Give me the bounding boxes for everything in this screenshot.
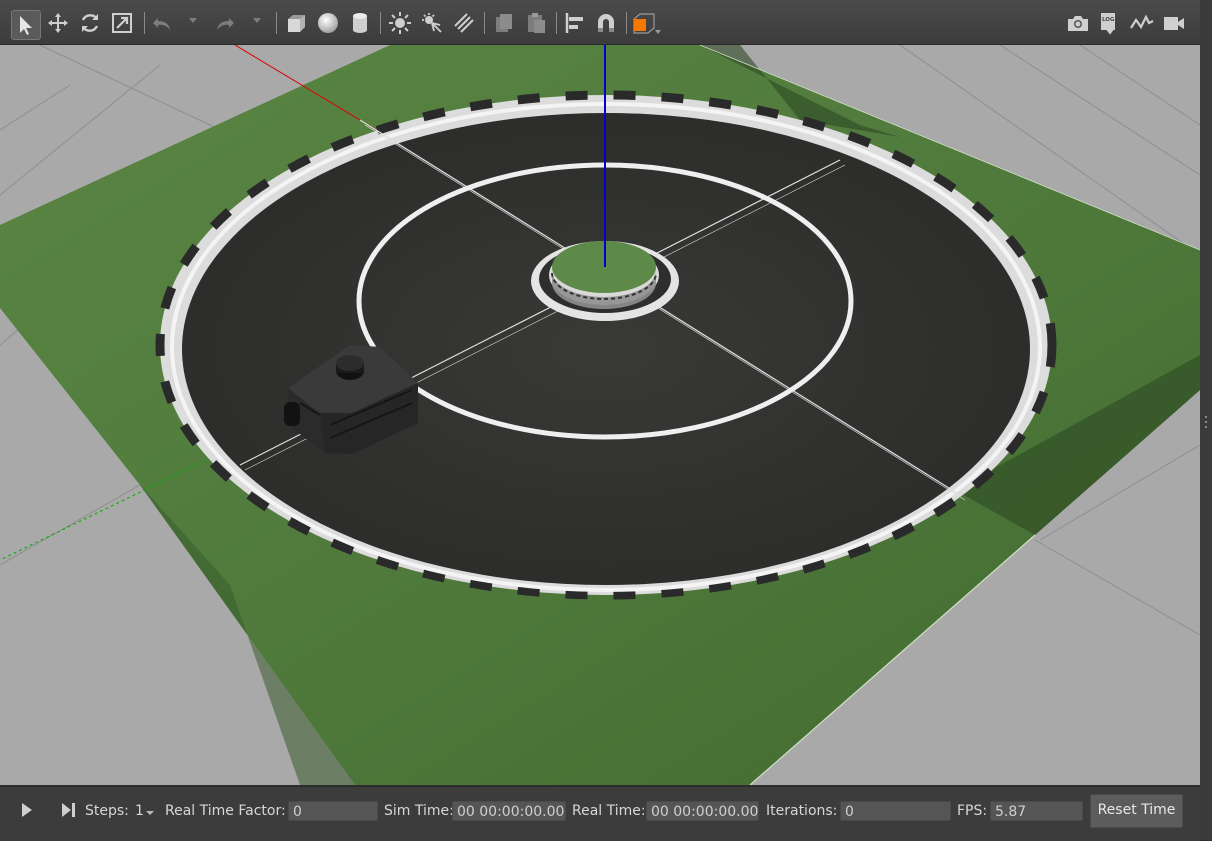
iterations-field: 0: [840, 801, 951, 821]
scale-icon: [112, 13, 132, 33]
steps-dropdown-icon[interactable]: [146, 811, 154, 815]
play-button[interactable]: [22, 803, 32, 817]
box-shape-button[interactable]: [284, 11, 308, 35]
reset-time-button[interactable]: Reset Time: [1090, 794, 1183, 828]
step-icon: [62, 803, 75, 817]
view-cube-icon: [633, 13, 655, 34]
cylinder-shape-button[interactable]: [348, 11, 372, 35]
fps-field: 5.87: [990, 801, 1083, 821]
real-time-factor-label: Real Time Factor:: [165, 803, 286, 819]
sim-time-field: 00 00:00:00.000: [452, 801, 566, 821]
real-time-field: 00 00:00:00.000: [646, 801, 759, 821]
log-button[interactable]: LOG: [1098, 11, 1122, 35]
record-video-button[interactable]: [1162, 11, 1186, 35]
magnet-icon: [598, 14, 614, 32]
real-time-label: Real Time:: [572, 803, 646, 819]
iterations-label: Iterations:: [766, 803, 838, 819]
select-mode-button[interactable]: [11, 10, 41, 40]
align-icon: [565, 13, 583, 33]
steps-value[interactable]: 1: [135, 803, 144, 819]
point-light-icon: [389, 12, 411, 34]
copy-icon: [496, 14, 512, 32]
fps-label: FPS:: [957, 803, 988, 819]
rotate-icon: [81, 14, 99, 32]
undo-icon: [153, 18, 170, 30]
paste-button[interactable]: [524, 11, 548, 35]
screenshot-button[interactable]: [1066, 11, 1090, 35]
log-icon-text: LOG: [1102, 17, 1115, 23]
cylinder-icon: [353, 13, 367, 33]
sphere-icon: [318, 13, 338, 33]
step-button[interactable]: [60, 802, 76, 818]
video-icon: [1164, 17, 1184, 30]
plot-icon: [1130, 14, 1154, 30]
side-panel-splitter[interactable]: [1200, 0, 1212, 840]
directional-light-button[interactable]: [452, 11, 476, 35]
copy-button[interactable]: [492, 11, 516, 35]
translate-mode-button[interactable]: [46, 11, 70, 35]
align-button[interactable]: [563, 11, 587, 35]
plot-button[interactable]: [1130, 11, 1154, 35]
camera-icon: [1068, 16, 1088, 31]
move-arrows-icon: [48, 13, 68, 33]
rotate-mode-button[interactable]: [78, 11, 102, 35]
view-angle-button[interactable]: [632, 11, 656, 35]
real-time-factor-field: 0: [288, 801, 378, 821]
box-icon: [288, 15, 305, 32]
redo-button[interactable]: [213, 11, 237, 35]
scene-render: [0, 45, 1200, 785]
redo-icon: [217, 18, 234, 30]
time-panel: Steps: 1 Real Time Factor: 0 Sim Time: 0…: [0, 786, 1200, 841]
scale-mode-button[interactable]: [110, 11, 134, 35]
spot-light-button[interactable]: [420, 11, 444, 35]
undo-button[interactable]: [150, 11, 174, 35]
spot-light-icon: [422, 13, 442, 33]
sphere-shape-button[interactable]: [316, 11, 340, 35]
log-icon: LOG: [1101, 13, 1115, 35]
scene-viewport[interactable]: [0, 45, 1200, 785]
paste-icon: [528, 13, 545, 33]
select-arrow-icon: [20, 16, 32, 35]
directional-light-icon: [454, 13, 474, 33]
steps-label: Steps:: [85, 803, 129, 819]
point-light-button[interactable]: [388, 11, 412, 35]
toolbar: LOG: [0, 0, 1200, 45]
snap-button[interactable]: [594, 11, 618, 35]
sim-time-label: Sim Time:: [384, 803, 454, 819]
